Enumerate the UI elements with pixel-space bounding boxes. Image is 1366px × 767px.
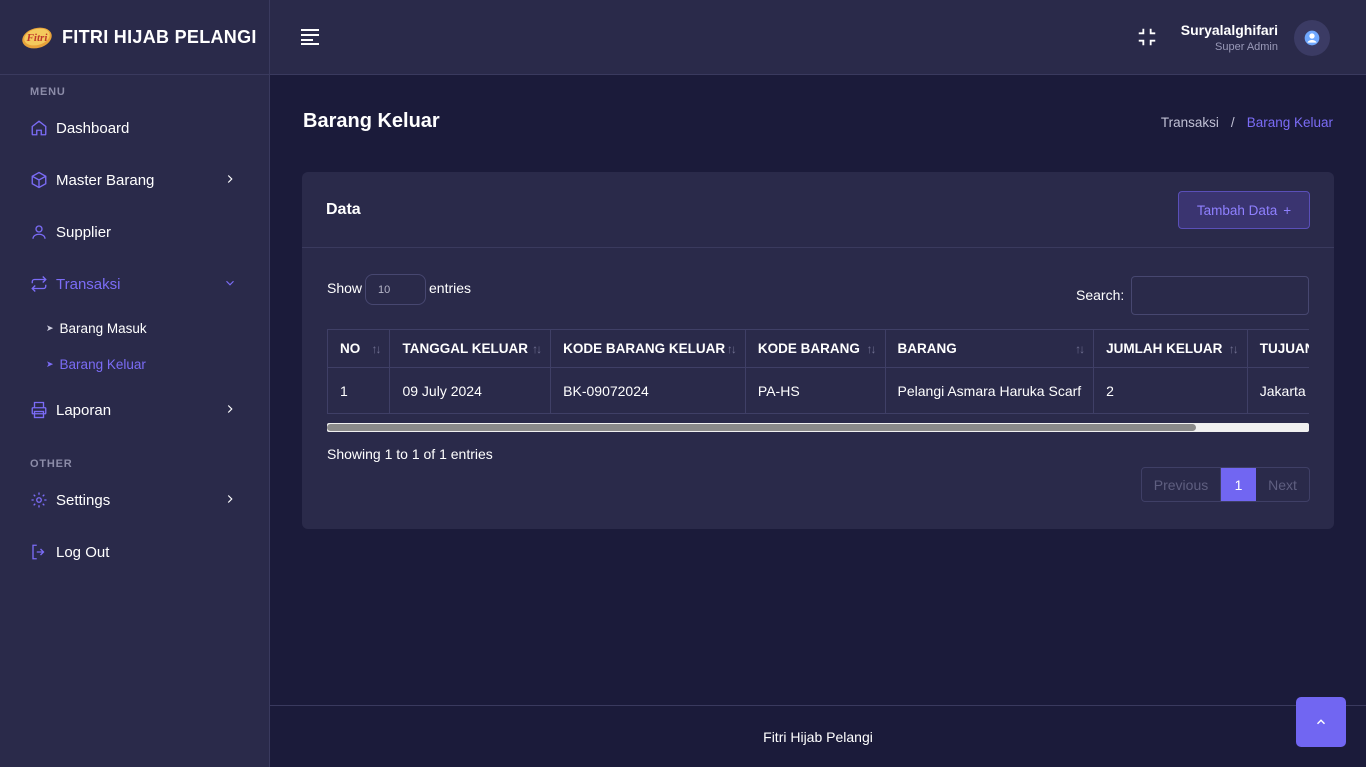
sort-icon: ↑↓ (726, 342, 737, 356)
next-page-button[interactable]: Next (1256, 468, 1309, 501)
sidebar-item-label: Supplier (56, 223, 112, 241)
scroll-to-top-button[interactable] (1296, 697, 1346, 747)
logout-icon (30, 543, 48, 561)
add-data-label: Tambah Data (1196, 202, 1278, 218)
cell-kode-barang-keluar: BK-09072024 (550, 367, 746, 414)
breadcrumb-parent[interactable]: Transaksi (1161, 115, 1219, 130)
footer-text: Fitri Hijab Pelangi (763, 729, 873, 745)
cell-tujuan: Jakarta (1246, 367, 1309, 414)
menu-section-label: MENU (30, 86, 66, 98)
column-header-kode-barang[interactable]: KODE BARANG ↑↓ (744, 329, 886, 368)
sort-icon: ↑↓ (1075, 342, 1085, 356)
column-header-kode-barang-keluar[interactable]: KODE BARANG KELUAR ↑↓ (550, 329, 746, 368)
data-table: NO ↑↓ TANGGAL KELUAR ↑↓ KODE BARANG KELUAR… (327, 329, 1309, 414)
other-section-label: OTHER (30, 458, 73, 470)
pagination: Previous 1 Next (1141, 467, 1310, 502)
sidebar-subitem-barang-keluar[interactable]: ➤ Barang Keluar (46, 354, 146, 374)
table-header-row: NO ↑↓ TANGGAL KELUAR ↑↓ KODE BARANG KELUAR… (327, 329, 1309, 368)
sidebar-item-label: Laporan (56, 401, 112, 419)
cell-barang: Pelangi Asmara Haruka Scarf (884, 367, 1095, 414)
chevron-right-icon (227, 175, 233, 183)
sidebar-item-logout[interactable]: Log Out (30, 540, 245, 564)
chevron-right-icon (227, 405, 233, 413)
menu-toggle-icon[interactable] (300, 28, 320, 46)
column-header-tanggal-keluar[interactable]: TANGGAL KELUAR ↑↓ (389, 329, 552, 368)
plus-icon: + (1283, 202, 1292, 218)
sidebar-item-dashboard[interactable]: Dashboard (30, 116, 245, 140)
card-title: Data (326, 201, 361, 218)
sidebar-item-label: Transaksi (56, 275, 121, 293)
sort-icon: ↑↓ (866, 342, 877, 356)
sidebar-item-settings[interactable]: Settings (30, 488, 245, 512)
chevron-down-icon (226, 280, 234, 286)
page-length-select[interactable]: 10 (365, 274, 426, 305)
column-header-no[interactable]: NO ↑↓ (327, 329, 391, 368)
card-header: Data Tambah Data + (302, 172, 1334, 248)
sidebar-item-master-barang[interactable]: Master Barang (30, 168, 245, 192)
sort-icon: ↑↓ (1228, 342, 1239, 356)
sidebar-subitem-label: Barang Masuk (59, 320, 147, 336)
page-title: Barang Keluar (303, 110, 440, 132)
sidebar-item-supplier[interactable]: Supplier (30, 220, 245, 244)
show-label: Show (327, 280, 363, 296)
brand[interactable]: Fitri FITRI HIJAB PELANGI (0, 0, 269, 75)
footer: Fitri Hijab Pelangi (270, 705, 1366, 767)
sidebar-item-label: Dashboard (56, 119, 130, 137)
page-number-button[interactable]: 1 (1221, 468, 1256, 501)
cell-tanggal-keluar: 09 July 2024 (389, 367, 552, 414)
sidebar-subitem-barang-masuk[interactable]: ➤ Barang Masuk (46, 318, 147, 338)
user-name[interactable]: Suryalalghifari (1181, 22, 1278, 38)
search-input[interactable] (1131, 276, 1309, 315)
user-icon (30, 223, 48, 241)
sort-icon: ↑↓ (371, 342, 381, 356)
breadcrumb: Transaksi / Barang Keluar (1161, 115, 1333, 130)
add-data-button[interactable]: Tambah Data + (1178, 191, 1310, 229)
data-card: Data Tambah Data + Show 10 entries Searc… (302, 172, 1334, 529)
sidebar-item-label: Log Out (56, 543, 110, 561)
previous-page-button[interactable]: Previous (1142, 468, 1221, 501)
brand-logo: Fitri (20, 23, 54, 51)
gear-icon (30, 491, 48, 509)
user-role: Super Admin (1215, 41, 1278, 53)
sort-icon: ↑↓ (532, 342, 542, 356)
bullet-icon: ➤ (46, 358, 54, 369)
column-header-tujuan[interactable]: TUJUAN (1246, 329, 1309, 368)
repeat-icon (30, 275, 48, 293)
chevron-right-icon (227, 495, 233, 503)
breadcrumb-separator: / (1230, 115, 1235, 130)
table-info: Showing 1 to 1 of 1 entries (327, 446, 493, 462)
sidebar-subitem-label: Barang Keluar (59, 356, 146, 372)
column-header-jumlah-keluar[interactable]: JUMLAH KELUAR ↑↓ (1093, 329, 1248, 368)
horizontal-scrollbar[interactable] (327, 423, 1309, 432)
column-header-barang[interactable]: BARANG ↑↓ (884, 329, 1095, 368)
box-icon (30, 171, 48, 189)
sidebar-item-transaksi[interactable]: Transaksi (30, 272, 245, 296)
scrollbar-thumb[interactable] (327, 424, 1196, 431)
topbar: Suryalalghifari Super Admin (270, 0, 1366, 75)
printer-icon (30, 401, 48, 419)
user-avatar-icon (1304, 30, 1320, 46)
sidebar-item-label: Master Barang (56, 171, 155, 189)
sidebar-item-label: Settings (56, 491, 111, 509)
brand-title: FITRI HIJAB PELANGI (62, 26, 257, 47)
breadcrumb-current: Barang Keluar (1246, 115, 1333, 130)
avatar[interactable] (1294, 20, 1330, 56)
entries-label: entries (429, 280, 472, 296)
cell-jumlah-keluar: 2 (1093, 367, 1248, 414)
svg-text:Fitri: Fitri (26, 32, 49, 44)
chevron-up-icon (1316, 719, 1326, 725)
sidebar: Fitri FITRI HIJAB PELANGI MENU Dashboard… (0, 0, 270, 767)
table-row: 1 09 July 2024 BK-09072024 PA-HS Pelangi… (327, 367, 1309, 414)
sidebar-item-laporan[interactable]: Laporan (30, 398, 245, 422)
search-label: Search: (1076, 287, 1125, 303)
cell-kode-barang: PA-HS (744, 367, 886, 414)
exit-fullscreen-icon[interactable] (1136, 26, 1158, 48)
home-icon (30, 119, 48, 137)
bullet-icon: ➤ (46, 322, 54, 333)
table-container: NO ↑↓ TANGGAL KELUAR ↑↓ KODE BARANG KELUAR… (327, 329, 1309, 432)
cell-no: 1 (327, 367, 391, 414)
